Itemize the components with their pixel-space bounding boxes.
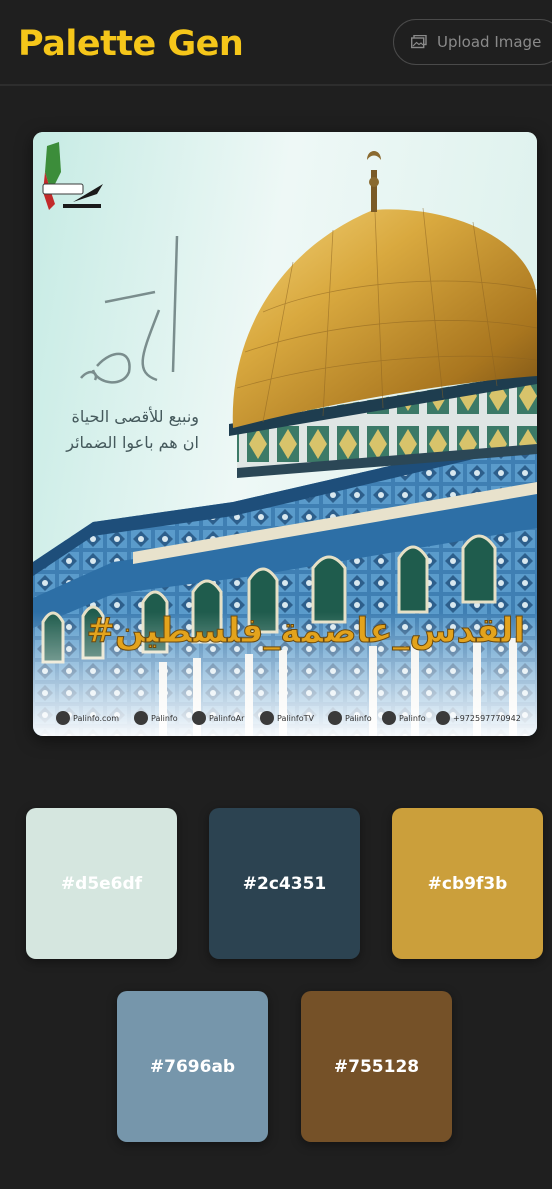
swatch-hex-label: #cb9f3b — [427, 873, 508, 894]
footer-item-3: PalinfoAr — [209, 714, 245, 723]
app-title: Palette Gen — [18, 24, 244, 64]
hashtag-text: #القدس_عاصمة_فلسطين — [86, 611, 525, 651]
app-header: Palette Gen Upload Image — [0, 0, 552, 86]
footer-item-6: Palinfo — [399, 714, 426, 723]
swatch-hex-label: #7696ab — [149, 1056, 236, 1077]
poem-line-2: ان هم باعوا الضمائر — [65, 433, 199, 453]
footer-item-5: Palinfo — [345, 714, 372, 723]
footer-item-7: +972597770942 — [453, 714, 521, 723]
preview-image: ونبيع للأقصى الحياة ان هم باعوا الضمائر — [33, 132, 537, 736]
swatch-hex-label: #d5e6df — [60, 873, 143, 894]
swatch-7696ab[interactable]: #7696ab — [117, 991, 268, 1142]
swatch-hex-label: #755128 — [333, 1056, 420, 1077]
image-preview: ونبيع للأقصى الحياة ان هم باعوا الضمائر — [33, 132, 537, 736]
swatch-hex-label: #2c4351 — [242, 873, 327, 894]
footer-item-4: PalinfoTV — [277, 714, 314, 723]
image-icon — [411, 35, 427, 49]
swatch-2c4351[interactable]: #2c4351 — [209, 808, 360, 959]
swatch-755128[interactable]: #755128 — [301, 991, 452, 1142]
footer-item-2: Palinfo — [151, 714, 178, 723]
upload-image-label: Upload Image — [437, 33, 542, 51]
swatch-cb9f3b[interactable]: #cb9f3b — [392, 808, 543, 959]
swatch-d5e6df[interactable]: #d5e6df — [26, 808, 177, 959]
upload-image-button[interactable]: Upload Image — [393, 19, 552, 65]
poem-line-1: ونبيع للأقصى الحياة — [71, 406, 199, 427]
footer-item-1: Palinfo.com — [73, 714, 119, 723]
